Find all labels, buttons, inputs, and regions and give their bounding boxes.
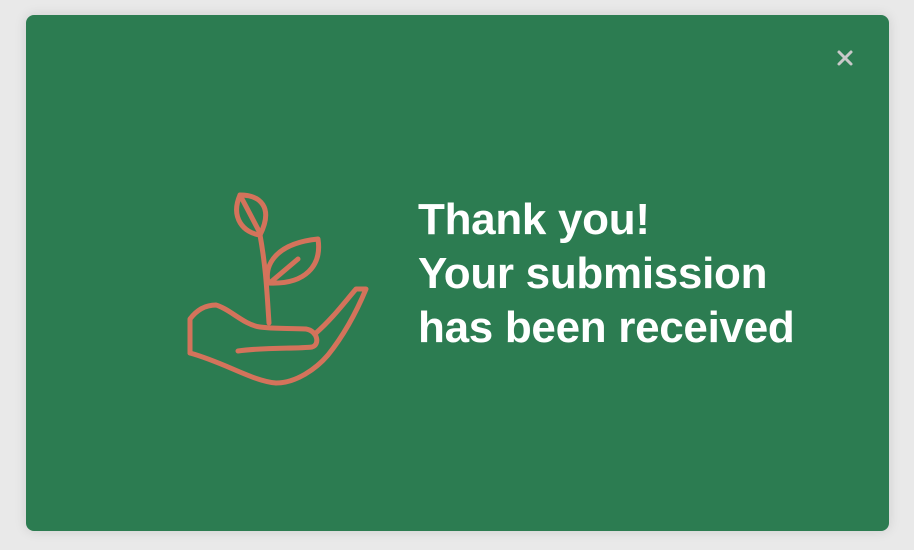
message-line-thanks: Thank you! [418,195,650,244]
confirmation-message: Thank you! Your submission has been rece… [418,193,878,355]
hand-holding-sprout-icon [156,173,376,393]
close-button[interactable] [832,45,858,71]
message-line-submission: Your submission [418,249,768,298]
close-icon [837,50,853,66]
confirmation-modal: Thank you! Your submission has been rece… [26,15,889,531]
message-line-received: has been received [418,303,795,352]
page-backdrop: Thank you! Your submission has been rece… [0,0,914,550]
